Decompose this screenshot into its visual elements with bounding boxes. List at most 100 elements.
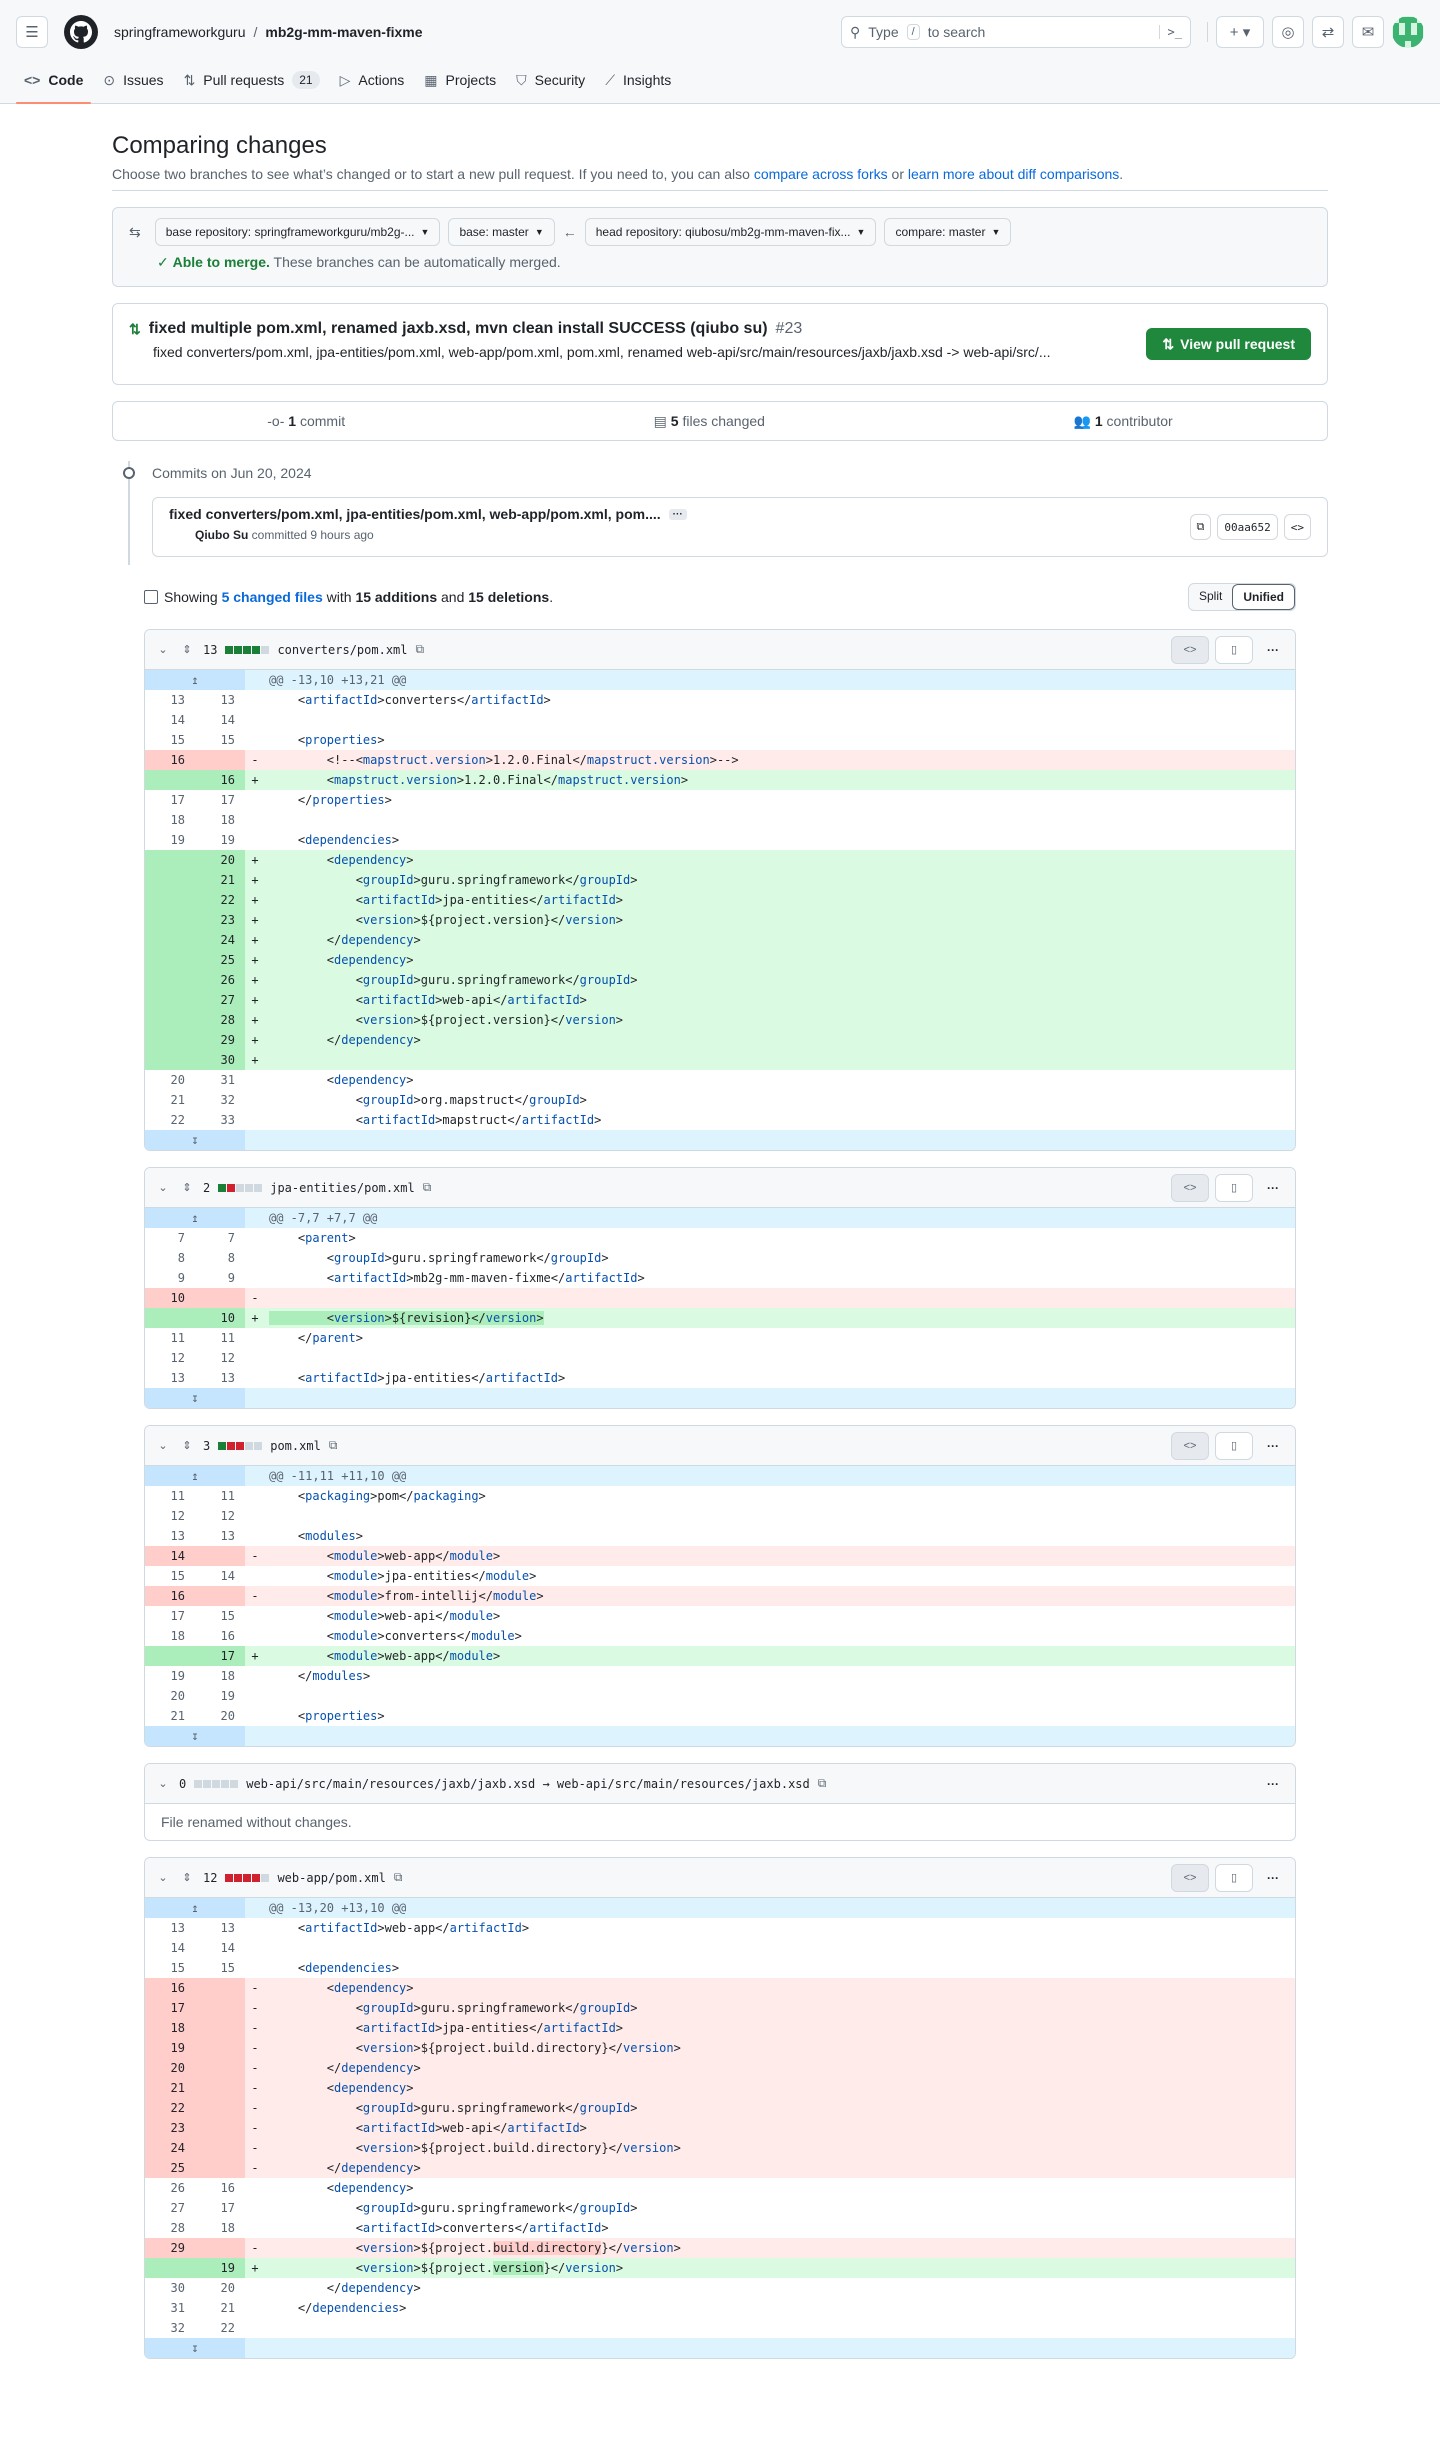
new-line-number[interactable]: 20 xyxy=(195,2278,245,2298)
tab-code[interactable]: <> Code xyxy=(16,57,92,104)
new-line-number[interactable] xyxy=(195,2158,245,2178)
new-line-number[interactable] xyxy=(195,2098,245,2118)
chevron-down-icon[interactable]: ⌄ xyxy=(155,643,171,656)
old-line-number[interactable]: 13 xyxy=(145,690,195,710)
commit-author[interactable]: Qiubo Su xyxy=(195,528,248,542)
expand-up-icon[interactable]: ↥ xyxy=(145,1466,245,1486)
chevron-down-icon[interactable]: ⌄ xyxy=(155,1439,171,1452)
new-line-number[interactable]: 11 xyxy=(195,1328,245,1348)
old-line-number[interactable]: 20 xyxy=(145,1070,195,1090)
old-line-number[interactable]: 32 xyxy=(145,2318,195,2338)
file-name[interactable]: web-api/src/main/resources/jaxb/jaxb.xsd… xyxy=(246,1777,810,1791)
old-line-number[interactable]: 14 xyxy=(145,1938,195,1958)
tab-pull-requests[interactable]: ⇅ Pull requests 21 xyxy=(176,57,328,103)
old-line-number[interactable] xyxy=(145,1050,195,1070)
compare-branch-select[interactable]: compare: master ▼ xyxy=(884,218,1012,246)
file-view-icon[interactable]: ▯ xyxy=(1215,1431,1253,1460)
new-line-number[interactable]: 31 xyxy=(195,1070,245,1090)
kebab-menu-icon[interactable]: ··· xyxy=(1259,1777,1287,1791)
new-line-number[interactable]: 32 xyxy=(195,1090,245,1110)
new-line-number[interactable]: 17 xyxy=(195,1646,245,1666)
old-line-number[interactable]: 28 xyxy=(145,2218,195,2238)
new-line-number[interactable] xyxy=(195,1998,245,2018)
old-line-number[interactable] xyxy=(145,1010,195,1030)
old-line-number[interactable]: 21 xyxy=(145,2078,195,2098)
new-line-number[interactable]: 18 xyxy=(195,810,245,830)
chevron-down-icon[interactable]: ⌄ xyxy=(155,1777,171,1790)
old-line-number[interactable]: 24 xyxy=(145,2138,195,2158)
old-line-number[interactable]: 16 xyxy=(145,1978,195,1998)
old-line-number[interactable]: 21 xyxy=(145,1706,195,1726)
old-line-number[interactable]: 19 xyxy=(145,830,195,850)
tab-security[interactable]: ⛉ Security xyxy=(508,57,593,103)
new-line-number[interactable] xyxy=(195,2238,245,2258)
files-changed-stat[interactable]: ▤ 5 files changed xyxy=(654,413,765,430)
expand-message-button[interactable]: ··· xyxy=(668,508,687,520)
old-line-number[interactable]: 15 xyxy=(145,1566,195,1586)
github-logo-icon[interactable] xyxy=(64,15,98,49)
copy-path-icon[interactable]: ⧉ xyxy=(423,1180,432,1195)
old-line-number[interactable]: 22 xyxy=(145,1110,195,1130)
new-line-number[interactable] xyxy=(195,1586,245,1606)
compare-forks-link[interactable]: compare across forks xyxy=(754,166,888,182)
new-line-number[interactable]: 22 xyxy=(195,890,245,910)
new-line-number[interactable]: 13 xyxy=(195,1526,245,1546)
code-view-icon[interactable]: <> xyxy=(1171,1863,1209,1892)
search-input[interactable]: ⚲ Type / to search >_ xyxy=(841,16,1191,48)
base-repository-select[interactable]: base repository: springframeworkguru/mb2… xyxy=(154,218,441,246)
new-line-number[interactable]: 26 xyxy=(195,970,245,990)
tab-projects[interactable]: ▦ Projects xyxy=(416,57,504,103)
old-line-number[interactable] xyxy=(145,2258,195,2278)
old-line-number[interactable]: 12 xyxy=(145,1506,195,1526)
old-line-number[interactable]: 12 xyxy=(145,1348,195,1368)
new-line-number[interactable]: 13 xyxy=(195,1918,245,1938)
new-line-number[interactable] xyxy=(195,1546,245,1566)
issues-icon[interactable]: ◎ xyxy=(1272,16,1304,48)
chevron-down-icon[interactable]: ⌄ xyxy=(155,1181,171,1194)
new-line-number[interactable]: 14 xyxy=(195,710,245,730)
new-line-number[interactable]: 25 xyxy=(195,950,245,970)
new-line-number[interactable]: 14 xyxy=(195,1938,245,1958)
new-line-number[interactable]: 7 xyxy=(195,1228,245,1248)
new-line-number[interactable]: 24 xyxy=(195,930,245,950)
old-line-number[interactable]: 11 xyxy=(145,1486,195,1506)
new-line-number[interactable]: 19 xyxy=(195,830,245,850)
old-line-number[interactable] xyxy=(145,850,195,870)
expand-down-icon[interactable]: ↧ xyxy=(145,2338,245,2358)
commits-stat[interactable]: -o- 1 commit xyxy=(267,413,345,429)
old-line-number[interactable]: 14 xyxy=(145,1546,195,1566)
head-repository-select[interactable]: head repository: qiubosu/mb2g-mm-maven-f… xyxy=(584,218,877,246)
old-line-number[interactable]: 13 xyxy=(145,1526,195,1546)
copy-path-icon[interactable]: ⧉ xyxy=(394,1870,403,1885)
old-line-number[interactable]: 29 xyxy=(145,2238,195,2258)
old-line-number[interactable] xyxy=(145,970,195,990)
tab-issues[interactable]: ⊙ Issues xyxy=(95,57,171,103)
old-line-number[interactable] xyxy=(145,890,195,910)
contributors-stat[interactable]: 👥 1 contributor xyxy=(1074,413,1173,430)
file-name[interactable]: pom.xml xyxy=(270,1439,321,1453)
old-line-number[interactable] xyxy=(145,990,195,1010)
new-line-number[interactable]: 12 xyxy=(195,1506,245,1526)
commit-sha-link[interactable]: 00aa652 xyxy=(1217,514,1278,540)
copy-sha-icon[interactable]: ⧉ xyxy=(1189,514,1212,540)
new-line-number[interactable] xyxy=(195,2138,245,2158)
new-line-number[interactable]: 27 xyxy=(195,990,245,1010)
file-view-icon[interactable]: ▯ xyxy=(1215,1173,1253,1202)
inbox-icon[interactable]: ✉ xyxy=(1352,16,1384,48)
new-line-number[interactable]: 16 xyxy=(195,770,245,790)
new-line-number[interactable]: 8 xyxy=(195,1248,245,1268)
old-line-number[interactable]: 14 xyxy=(145,710,195,730)
tab-insights[interactable]: ⟋ Insights xyxy=(597,57,679,103)
code-view-icon[interactable]: <> xyxy=(1171,1173,1209,1202)
new-line-number[interactable] xyxy=(195,750,245,770)
new-line-number[interactable] xyxy=(195,1978,245,1998)
split-view-button[interactable]: Split xyxy=(1189,584,1232,610)
new-line-number[interactable]: 20 xyxy=(195,1706,245,1726)
expand-all-icon[interactable]: ⇕ xyxy=(179,643,195,656)
old-line-number[interactable] xyxy=(145,930,195,950)
old-line-number[interactable] xyxy=(145,1308,195,1328)
expand-up-icon[interactable]: ↥ xyxy=(145,1208,245,1228)
view-pull-request-button[interactable]: ⇅ View pull request xyxy=(1146,328,1311,360)
old-line-number[interactable]: 10 xyxy=(145,1288,195,1308)
pr-number[interactable]: #23 xyxy=(776,320,803,338)
